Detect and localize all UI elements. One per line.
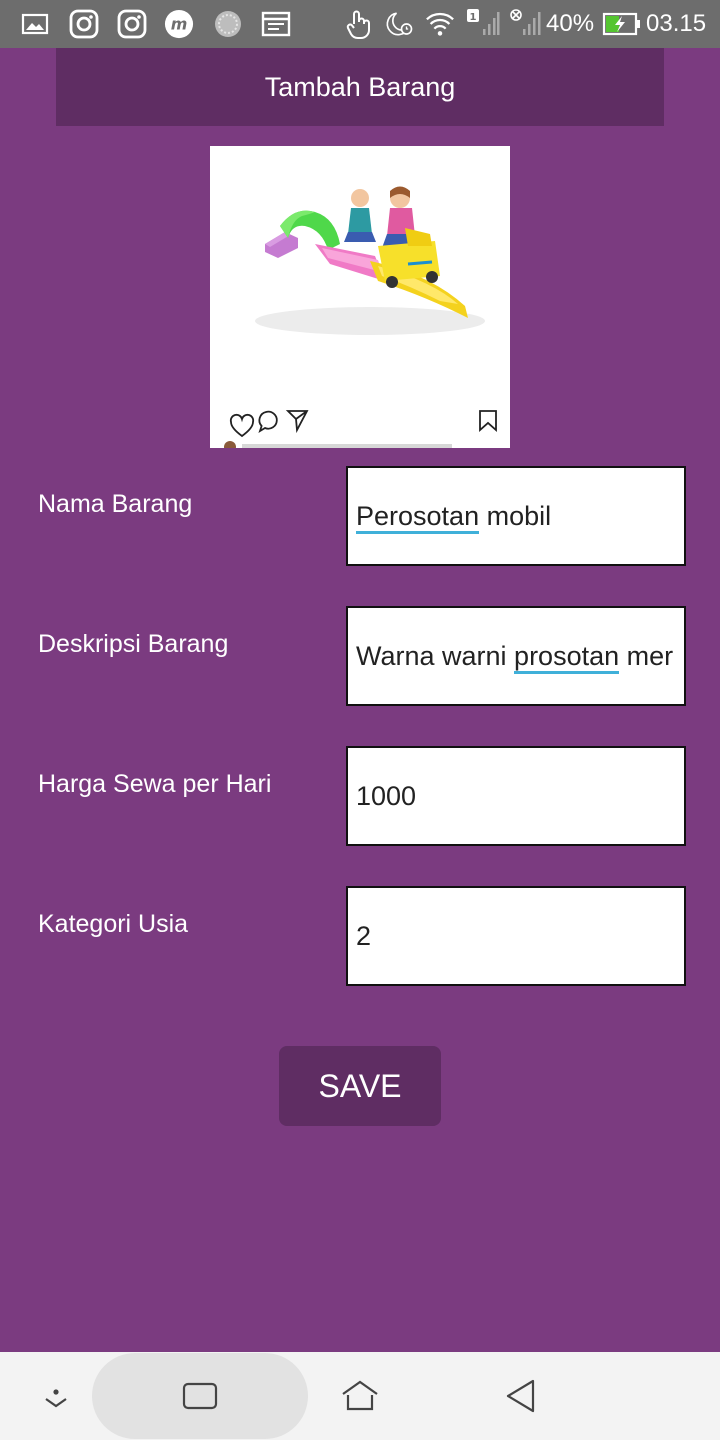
- clock: 03.15: [646, 10, 707, 37]
- back-icon[interactable]: [500, 1376, 540, 1416]
- product-image[interactable]: [210, 146, 510, 448]
- age-category-field[interactable]: 2: [346, 886, 686, 986]
- price-field-value: 1000: [356, 780, 417, 811]
- description-field-value: Warna warni prosotan mer: [356, 640, 673, 674]
- calendar-icon: [261, 9, 291, 39]
- price-field[interactable]: 1000: [346, 746, 686, 846]
- gallery-icon: [20, 9, 50, 39]
- no-signal-icon: [506, 9, 542, 39]
- navigation-bar: [0, 1352, 720, 1440]
- touch-icon: [343, 9, 373, 40]
- collapse-down-icon[interactable]: [36, 1378, 76, 1418]
- age-category-label: Kategori Usia: [38, 910, 189, 938]
- svg-text:m: m: [171, 15, 188, 34]
- instagram-icon: [69, 9, 99, 39]
- spellcheck-word: prosotan: [514, 640, 620, 674]
- save-button-label: SAVE: [318, 1067, 402, 1104]
- page-title: Tambah Barang: [264, 71, 456, 102]
- toy-slide-photo: [210, 146, 510, 448]
- spellcheck-word: Perosotan: [356, 500, 480, 534]
- instagram-icon: [117, 9, 147, 39]
- description-label: Deskripsi Barang: [38, 630, 229, 658]
- save-button[interactable]: SAVE: [279, 1046, 441, 1126]
- status-bar: m 1 40% 03.15: [0, 0, 720, 48]
- sim-badge: 1: [470, 12, 477, 23]
- battery-percent: 40%: [546, 10, 595, 37]
- night-alarm-icon: [384, 9, 414, 39]
- name-field[interactable]: Perosotan mobil: [346, 466, 686, 566]
- wifi-icon: [425, 9, 455, 39]
- messenger-m-icon: m: [164, 9, 194, 39]
- title-bar: Tambah Barang: [56, 48, 664, 126]
- signal-icon: 1: [462, 9, 502, 39]
- age-category-field-value: 2: [356, 920, 372, 951]
- name-field-value: Perosotan mobil: [356, 500, 551, 534]
- name-label: Nama Barang: [38, 490, 193, 518]
- home-icon[interactable]: [338, 1376, 382, 1416]
- battery-charging-icon: [602, 9, 642, 39]
- recent-apps-icon[interactable]: [178, 1378, 222, 1414]
- circle-app-icon: [213, 9, 243, 39]
- price-label: Harga Sewa per Hari: [38, 770, 272, 798]
- description-field[interactable]: Warna warni prosotan mer: [346, 606, 686, 706]
